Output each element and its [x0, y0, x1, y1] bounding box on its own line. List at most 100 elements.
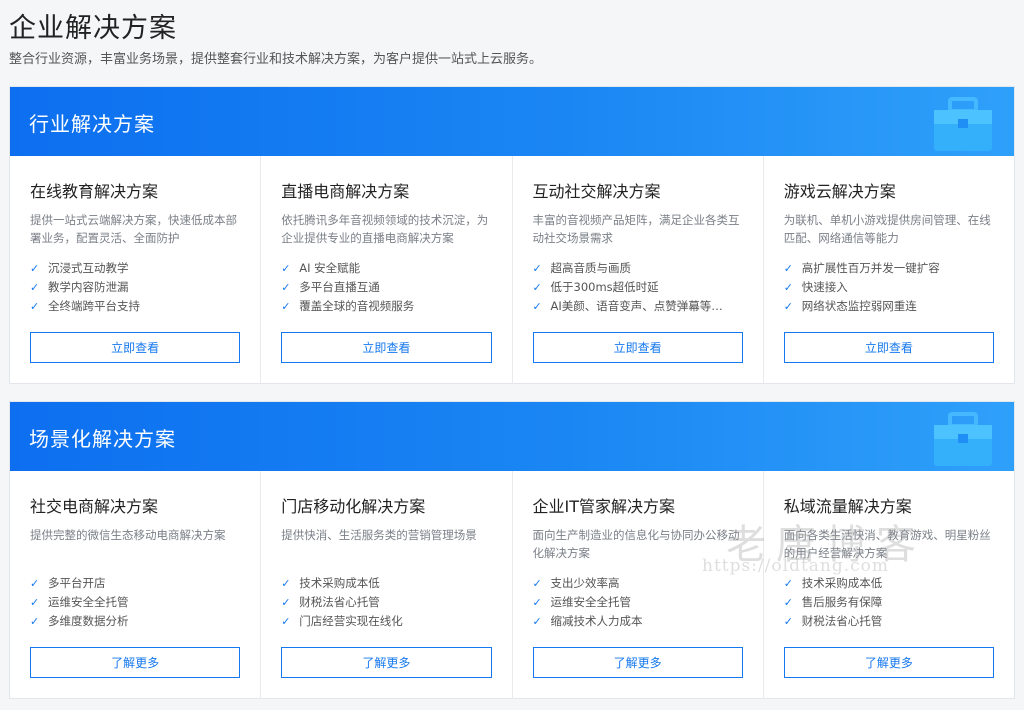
learn-more-button[interactable]: 了解更多 [783, 647, 994, 678]
learn-more-button[interactable]: 了解更多 [281, 647, 492, 678]
check-icon: ✓ [532, 281, 542, 294]
feature-list: ✓ 超高音质与画质 ✓ 低于300ms超低时延 ✓ AI美颜、语音变声、点赞弹幕等… [533, 259, 743, 316]
feature-item: ✓ 快速接入 [784, 278, 994, 297]
feature-item: ✓ 财税法省心托管 [784, 612, 994, 631]
feature-list: ✓ 技术采购成本低 ✓ 售后服务有保障 ✓ 财税法省心托管 [784, 574, 994, 631]
solution-cards: 社交电商解决方案 提供完整的微信生态移动电商解决方案 ✓ 多平台开店 ✓ 运维安全全… [10, 471, 1014, 699]
check-icon: ✓ [281, 615, 291, 628]
page-subtitle: 整合行业资源，丰富业务场景，提供整套行业和技术解决方案，为客户提供一站式上云服务… [9, 52, 543, 67]
solution-card: 私域流量解决方案 面向各类生活快消、教育游戏、明星粉丝的用户经营解决方案 ✓ 技术… [764, 471, 1014, 699]
section-title: 行业解决方案 [29, 112, 155, 136]
check-icon: ✓ [30, 596, 40, 609]
feature-item: ✓ 技术采购成本低 [281, 574, 491, 593]
section-banner: 场景化解决方案 [10, 402, 1014, 471]
feature-item: ✓ 门店经营实现在线化 [281, 612, 491, 631]
check-icon: ✓ [281, 300, 291, 313]
solution-card: 门店移动化解决方案 提供快消、生活服务类的营销管理场景 ✓ 技术采购成本低 ✓ 财税… [261, 471, 513, 699]
check-icon: ✓ [532, 262, 542, 275]
feature-list: ✓ 技术采购成本低 ✓ 财税法省心托管 ✓ 门店经营实现在线化 [281, 574, 491, 631]
check-icon: ✓ [532, 577, 542, 590]
feature-item: ✓ 多平台开店 [30, 574, 240, 593]
card-description: 提供快消、生活服务类的营销管理场景 [281, 528, 477, 542]
feature-list: ✓ 高扩展性百万并发一键扩容 ✓ 快速接入 ✓ 网络状态监控弱网重连 [784, 259, 994, 316]
check-icon: ✓ [532, 615, 542, 628]
view-now-button[interactable]: 立即查看 [281, 332, 492, 363]
feature-item: ✓ 多维度数据分析 [30, 612, 240, 631]
card-description: 面向生产制造业的信息化与协同办公移动化解决方案 [532, 528, 740, 560]
check-icon: ✓ [30, 615, 40, 628]
feature-item: ✓ 售后服务有保障 [784, 593, 994, 612]
feature-list: ✓ 多平台开店 ✓ 运维安全全托管 ✓ 多维度数据分析 [30, 574, 240, 631]
solution-card: 在线教育解决方案 提供一站式云端解决方案，快速低成本部署业务，配置灵活、全面防护… [10, 156, 262, 384]
feature-item: ✓ 超高音质与画质 [533, 259, 743, 278]
briefcase-icon [934, 412, 992, 466]
view-now-button[interactable]: 立即查看 [783, 332, 994, 363]
feature-item: ✓ 网络状态监控弱网重连 [784, 297, 994, 316]
learn-more-button[interactable]: 了解更多 [30, 647, 241, 678]
card-title: 互动社交解决方案 [532, 182, 661, 201]
card-description: 提供一站式云端解决方案，快速低成本部署业务，配置灵活、全面防护 [30, 213, 237, 245]
feature-item: ✓ 高扩展性百万并发一键扩容 [784, 259, 994, 278]
card-title: 游戏云解决方案 [783, 182, 896, 201]
solution-card: 企业IT管家解决方案 面向生产制造业的信息化与协同办公移动化解决方案 ✓ 支出少效… [513, 471, 764, 699]
check-icon: ✓ [783, 300, 793, 313]
card-title: 门店移动化解决方案 [281, 497, 426, 516]
feature-item: ✓ 多平台直播互通 [281, 278, 491, 297]
check-icon: ✓ [783, 615, 793, 628]
feature-item: ✓ 沉浸式互动教学 [30, 259, 240, 278]
industry-solutions-section: 行业解决方案 在线教育解决方案 提供一站式云端解决方案，快速低成本部署业务，配置… [9, 86, 1015, 384]
feature-list: ✓ 支出少效率高 ✓ 运维安全全托管 ✓ 缩减技术人力成本 [533, 574, 743, 631]
feature-item: ✓ 覆盖全球的音视频服务 [281, 297, 491, 316]
card-description: 依托腾讯多年音视频领域的技术沉淀，为企业提供专业的直播电商解决方案 [281, 213, 489, 245]
card-title: 社交电商解决方案 [30, 497, 159, 516]
check-icon: ✓ [281, 577, 291, 590]
card-description: 面向各类生活快消、教育游戏、明星粉丝的用户经营解决方案 [783, 528, 991, 560]
check-icon: ✓ [30, 262, 40, 275]
card-title: 私域流量解决方案 [783, 497, 912, 516]
feature-item: ✓ AI 安全赋能 [281, 259, 491, 278]
check-icon: ✓ [783, 262, 793, 275]
view-now-button[interactable]: 立即查看 [30, 332, 241, 363]
card-description: 提供完整的微信生态移动电商解决方案 [30, 528, 226, 542]
feature-item: ✓ 教学内容防泄漏 [30, 278, 240, 297]
page-title: 企业解决方案 [9, 13, 177, 44]
feature-list: ✓ AI 安全赋能 ✓ 多平台直播互通 ✓ 覆盖全球的音视频服务 [281, 259, 491, 316]
solution-card: 游戏云解决方案 为联机、单机小游戏提供房间管理、在线匹配、网络通信等能力 ✓ 高扩… [764, 156, 1014, 384]
check-icon: ✓ [783, 596, 793, 609]
feature-list: ✓ 沉浸式互动教学 ✓ 教学内容防泄漏 ✓ 全终端跨平台支持 [30, 259, 240, 316]
learn-more-button[interactable]: 了解更多 [532, 647, 743, 678]
check-icon: ✓ [281, 281, 291, 294]
check-icon: ✓ [281, 596, 291, 609]
feature-item: ✓ 财税法省心托管 [281, 593, 491, 612]
feature-item: ✓ 运维安全全托管 [533, 593, 743, 612]
feature-item: ✓ 缩减技术人力成本 [533, 612, 743, 631]
check-icon: ✓ [783, 281, 793, 294]
check-icon: ✓ [281, 262, 291, 275]
card-title: 直播电商解决方案 [281, 182, 410, 201]
feature-item: ✓ 支出少效率高 [533, 574, 743, 593]
scenario-solutions-section: 场景化解决方案 社交电商解决方案 提供完整的微信生态移动电商解决方案 ✓ 多平台开… [9, 401, 1015, 699]
section-banner: 行业解决方案 [10, 87, 1014, 156]
solution-cards: 在线教育解决方案 提供一站式云端解决方案，快速低成本部署业务，配置灵活、全面防护… [10, 156, 1014, 384]
check-icon: ✓ [30, 300, 40, 313]
check-icon: ✓ [30, 577, 40, 590]
check-icon: ✓ [532, 300, 542, 313]
view-now-button[interactable]: 立即查看 [532, 332, 743, 363]
card-description: 为联机、单机小游戏提供房间管理、在线匹配、网络通信等能力 [783, 213, 991, 245]
feature-item: ✓ AI美颜、语音变声、点赞弹幕等… [533, 297, 743, 316]
check-icon: ✓ [532, 596, 542, 609]
check-icon: ✓ [783, 577, 793, 590]
check-icon: ✓ [30, 281, 40, 294]
section-title: 场景化解决方案 [29, 427, 176, 451]
card-title: 在线教育解决方案 [30, 182, 159, 201]
card-title: 企业IT管家解决方案 [532, 497, 676, 516]
solution-card: 互动社交解决方案 丰富的音视频产品矩阵，满足企业各类互动社交场景需求 ✓ 超高音质… [513, 156, 764, 384]
feature-item: ✓ 运维安全全托管 [30, 593, 240, 612]
briefcase-icon [934, 97, 992, 151]
feature-item: ✓ 低于300ms超低时延 [533, 278, 743, 297]
solution-card: 直播电商解决方案 依托腾讯多年音视频领域的技术沉淀，为企业提供专业的直播电商解决… [261, 156, 513, 384]
solution-card: 社交电商解决方案 提供完整的微信生态移动电商解决方案 ✓ 多平台开店 ✓ 运维安全全… [10, 471, 262, 699]
feature-item: ✓ 技术采购成本低 [784, 574, 994, 593]
card-description: 丰富的音视频产品矩阵，满足企业各类互动社交场景需求 [532, 213, 740, 245]
feature-item: ✓ 全终端跨平台支持 [30, 297, 240, 316]
